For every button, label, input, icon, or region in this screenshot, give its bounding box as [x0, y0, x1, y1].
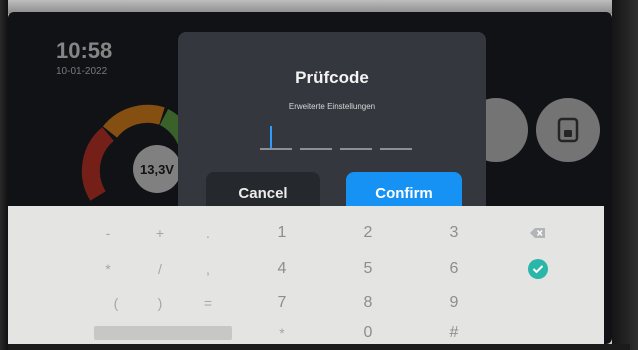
key-8[interactable]: 8 — [328, 288, 408, 318]
key-9[interactable]: 9 — [414, 288, 494, 318]
clock-time: 10:58 — [56, 38, 113, 63]
pin-digit-slot[interactable] — [300, 148, 332, 150]
verification-code-dialog: Prüfcode Erweiterte Einstellungen Cancel… — [178, 32, 486, 228]
pin-digit-slot[interactable] — [340, 148, 372, 150]
device-bezel-right — [612, 0, 638, 350]
checkmark-icon — [528, 259, 548, 279]
pin-digit-slot[interactable] — [260, 148, 292, 150]
key-7[interactable]: 7 — [242, 288, 322, 318]
pin-digit-slot[interactable] — [380, 148, 412, 150]
key-3[interactable]: 3 — [414, 218, 494, 248]
space-key[interactable] — [94, 326, 232, 340]
key-comma[interactable]: , — [168, 254, 248, 284]
backspace-key[interactable] — [498, 218, 578, 248]
dialog-title: Prüfcode — [295, 68, 369, 87]
numeric-keyboard: - + . 1 2 3 * / , 4 5 6 ( ) = 7 8 9 * 0 … — [8, 206, 604, 346]
door-lock-button[interactable] — [536, 98, 600, 162]
dialog-subtitle: Erweiterte Einstellungen — [288, 102, 376, 111]
door-lock-icon — [557, 117, 579, 143]
done-key[interactable] — [498, 254, 578, 284]
key-4[interactable]: 4 — [242, 254, 322, 284]
clock-date: 10-01-2022 — [56, 66, 108, 77]
key-2[interactable]: 2 — [328, 218, 408, 248]
key-1[interactable]: 1 — [242, 218, 322, 248]
gauge-red-segment — [81, 127, 115, 201]
pin-cursor — [270, 126, 272, 148]
key-period[interactable]: . — [168, 218, 248, 248]
key-equals[interactable]: = — [168, 288, 248, 318]
key-5[interactable]: 5 — [328, 254, 408, 284]
backspace-icon — [530, 228, 545, 238]
device-bezel-bottom — [8, 344, 630, 350]
device-bezel-left — [0, 0, 8, 350]
gauge-orange-segment — [102, 104, 165, 138]
voltage-readout: 13,3V — [133, 145, 181, 193]
key-6[interactable]: 6 — [414, 254, 494, 284]
